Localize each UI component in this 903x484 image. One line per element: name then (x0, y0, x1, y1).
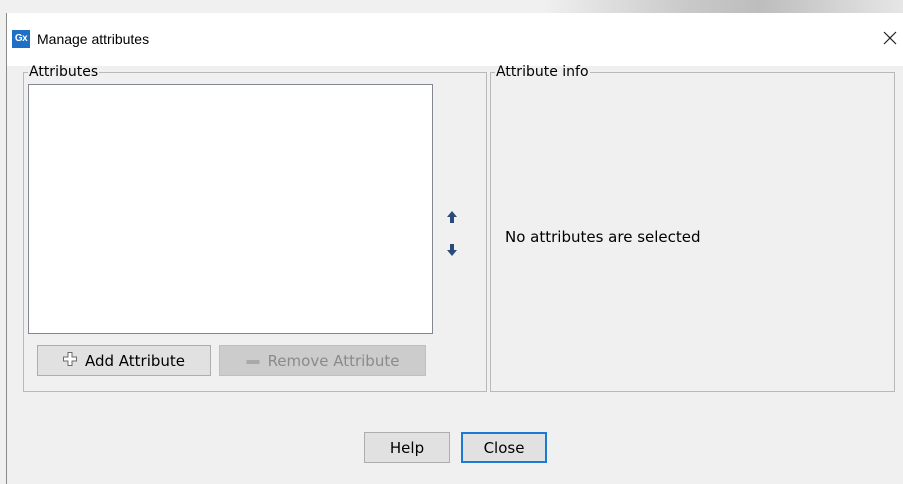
remove-attribute-label: Remove Attribute (267, 351, 400, 370)
add-attribute-label: Add Attribute (84, 351, 186, 370)
remove-attribute-button[interactable]: Remove Attribute (219, 345, 426, 376)
screen-edge (0, 0, 903, 13)
close-button[interactable]: Close (461, 432, 547, 463)
attributes-list[interactable] (28, 84, 433, 334)
arrow-up-icon (447, 211, 457, 223)
help-button[interactable]: Help (364, 432, 450, 463)
add-attribute-button[interactable]: Add Attribute (37, 345, 211, 376)
arrow-down-icon (447, 244, 457, 256)
window-title: Manage attributes (37, 31, 150, 47)
move-down-button[interactable] (443, 241, 461, 259)
app-logo-icon: Gx (12, 30, 30, 48)
close-window-icon[interactable] (877, 25, 903, 51)
no-selection-message: No attributes are selected (505, 228, 701, 246)
attributes-legend: Attributes (29, 64, 99, 80)
title-bar[interactable]: Gx Manage attributes (7, 13, 903, 66)
attribute-info-legend: Attribute info (496, 64, 589, 80)
move-up-button[interactable] (443, 208, 461, 226)
plus-icon (62, 351, 77, 370)
minus-icon (246, 352, 260, 370)
